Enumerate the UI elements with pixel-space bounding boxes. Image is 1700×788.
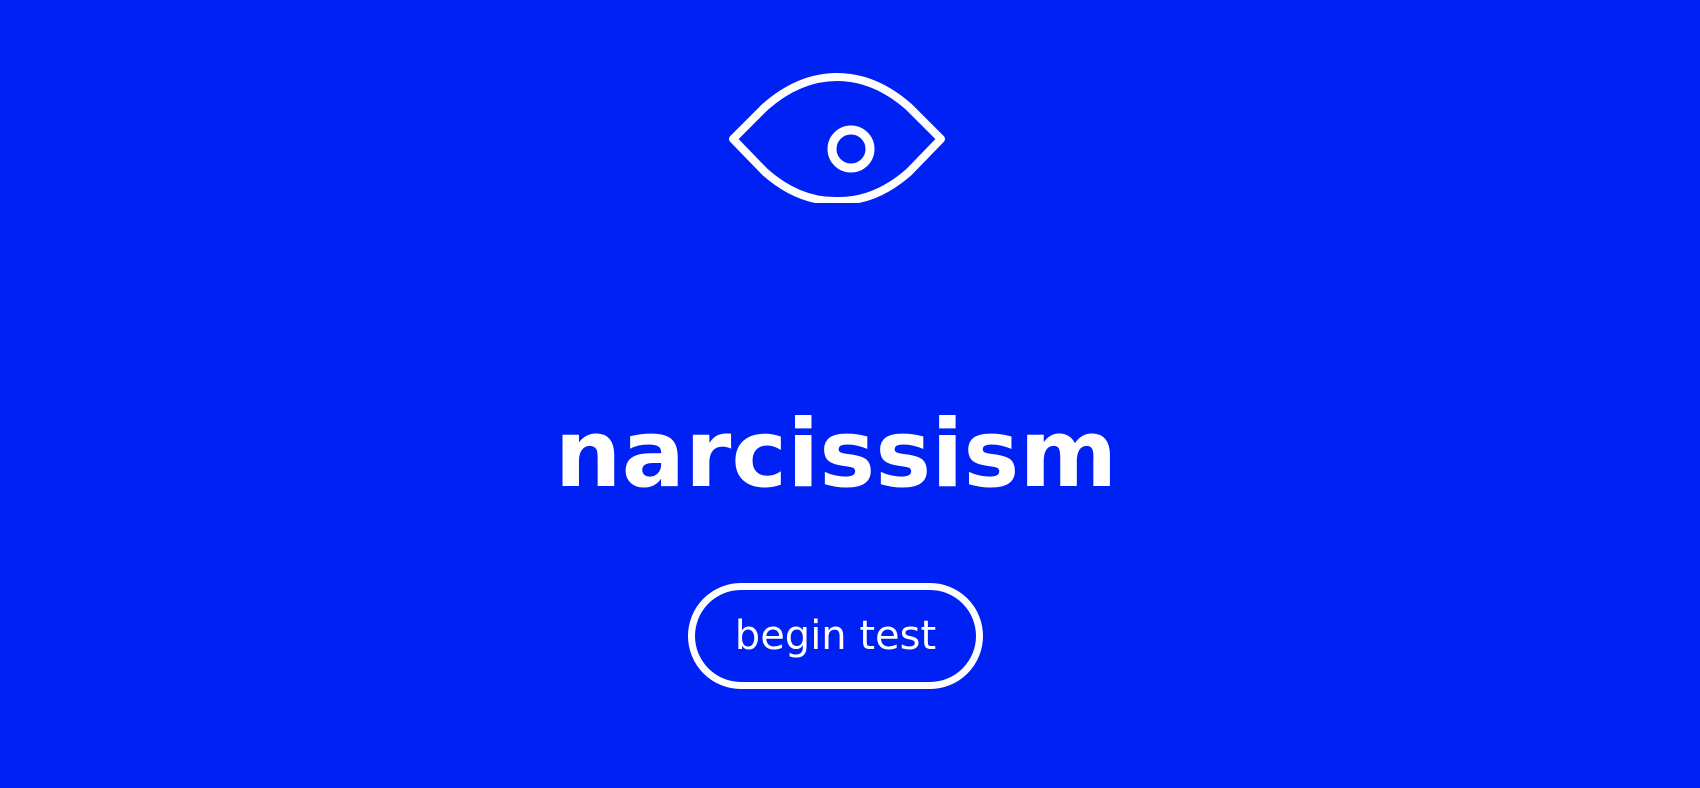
eye-icon [729, 73, 945, 203]
begin-test-button[interactable]: begin test [688, 583, 983, 689]
landing-screen: narcissism begin test [0, 0, 1700, 788]
page-title: narcissism [554, 400, 1118, 509]
